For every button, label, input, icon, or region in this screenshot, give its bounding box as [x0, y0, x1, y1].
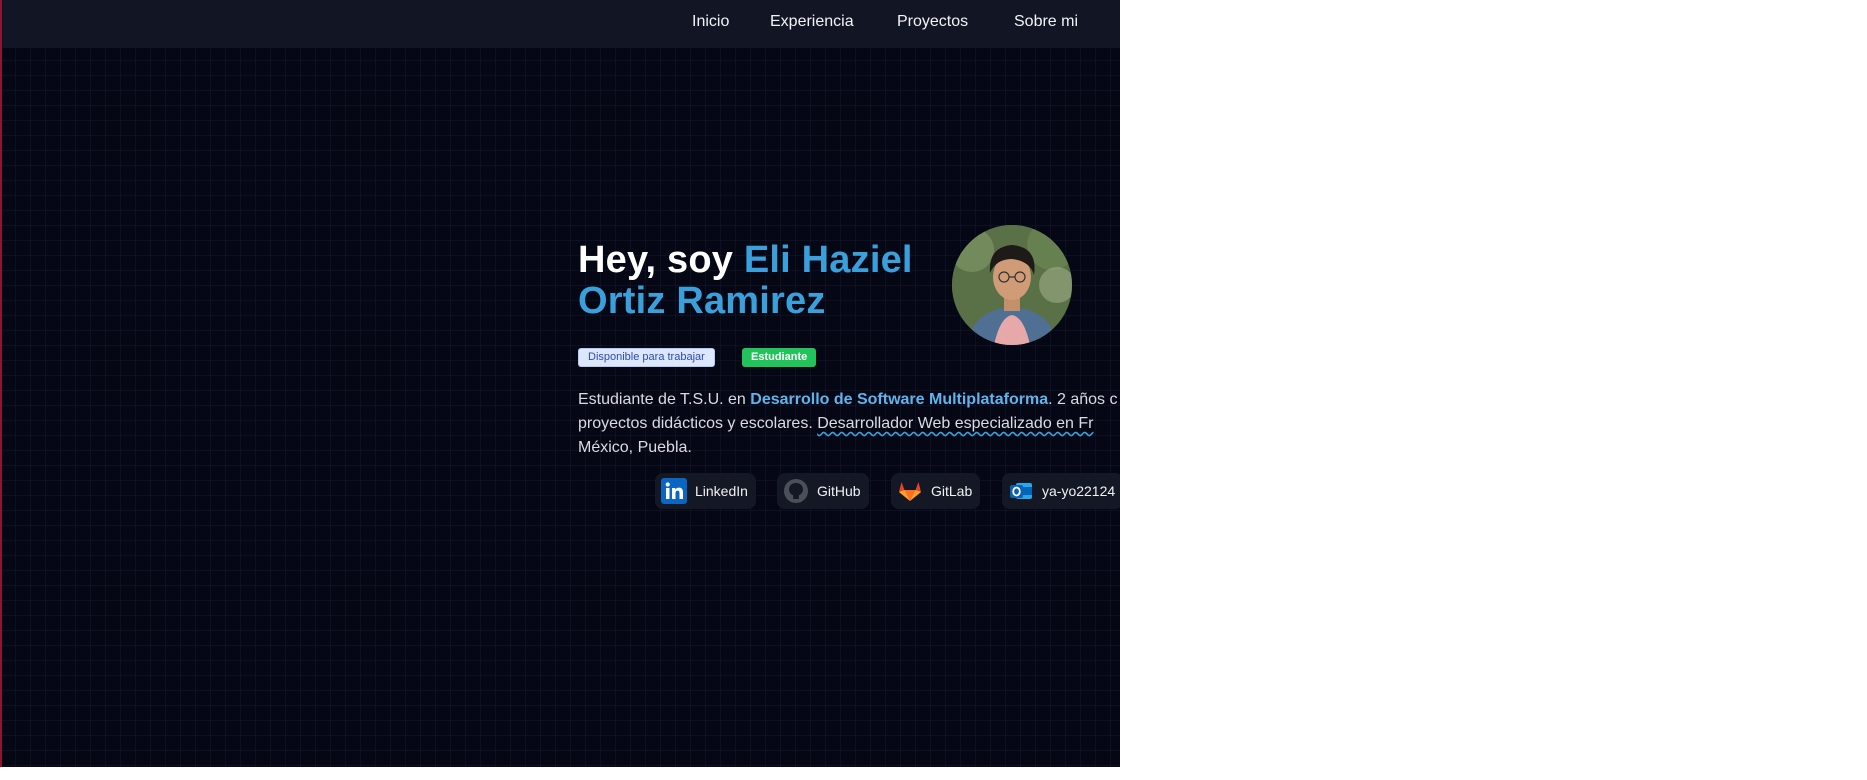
gitlab-link[interactable]: GitLab: [891, 473, 981, 509]
outlook-icon: [1010, 483, 1032, 499]
nav-link-sobre-mi[interactable]: Sobre mi: [1014, 13, 1078, 31]
bio-text-1: Estudiante de T.S.U. en: [578, 391, 751, 408]
linkedin-icon: [661, 478, 687, 504]
github-link[interactable]: GitHub: [777, 473, 869, 509]
bio-text-specialty: Desarrollador Web especializado en Fr: [817, 415, 1094, 432]
bio-text-2: . 2 años c: [1048, 391, 1118, 408]
status-badge-available: Disponible para trabajar: [578, 348, 715, 367]
nav-link-inicio[interactable]: Inicio: [692, 13, 729, 31]
gitlab-icon: [899, 482, 921, 501]
bio-text-3: proyectos didácticos y escolares.: [578, 415, 818, 432]
hero-heading: Hey, soy Eli Haziel Ortiz Ramirez: [578, 240, 913, 322]
top-navbar: Inicio Experiencia Proyectos Sobre mi: [2, 0, 1120, 48]
profile-photo-illustration: [952, 225, 1072, 345]
bio-highlight-career: Desarrollo de Software Multiplataforma: [750, 391, 1049, 408]
hero-name-last: Ortiz Ramirez: [578, 280, 826, 322]
email-link[interactable]: ya-yo22124: [1002, 473, 1120, 509]
nav-link-experiencia[interactable]: Experiencia: [770, 13, 854, 31]
gitlab-label: GitLab: [931, 483, 973, 499]
linkedin-link[interactable]: LinkedIn: [655, 473, 756, 509]
profile-avatar: [952, 225, 1072, 345]
hero-name-first: Eli Haziel: [743, 239, 913, 281]
hero-bio: Estudiante de T.S.U. en Desarrollo de So…: [578, 388, 1120, 460]
nav-link-proyectos[interactable]: Proyectos: [897, 13, 968, 31]
github-label: GitHub: [817, 483, 861, 499]
github-icon: [784, 479, 808, 503]
bio-text-location: México, Puebla.: [578, 439, 692, 456]
linkedin-label: LinkedIn: [695, 483, 748, 499]
page-viewport: Inicio Experiencia Proyectos Sobre mi He…: [0, 0, 1120, 767]
left-edge-line: [0, 0, 2, 767]
status-badge-student: Estudiante: [742, 348, 817, 367]
hero-greeting: Hey, soy: [578, 239, 744, 281]
email-label: ya-yo22124: [1042, 483, 1116, 499]
